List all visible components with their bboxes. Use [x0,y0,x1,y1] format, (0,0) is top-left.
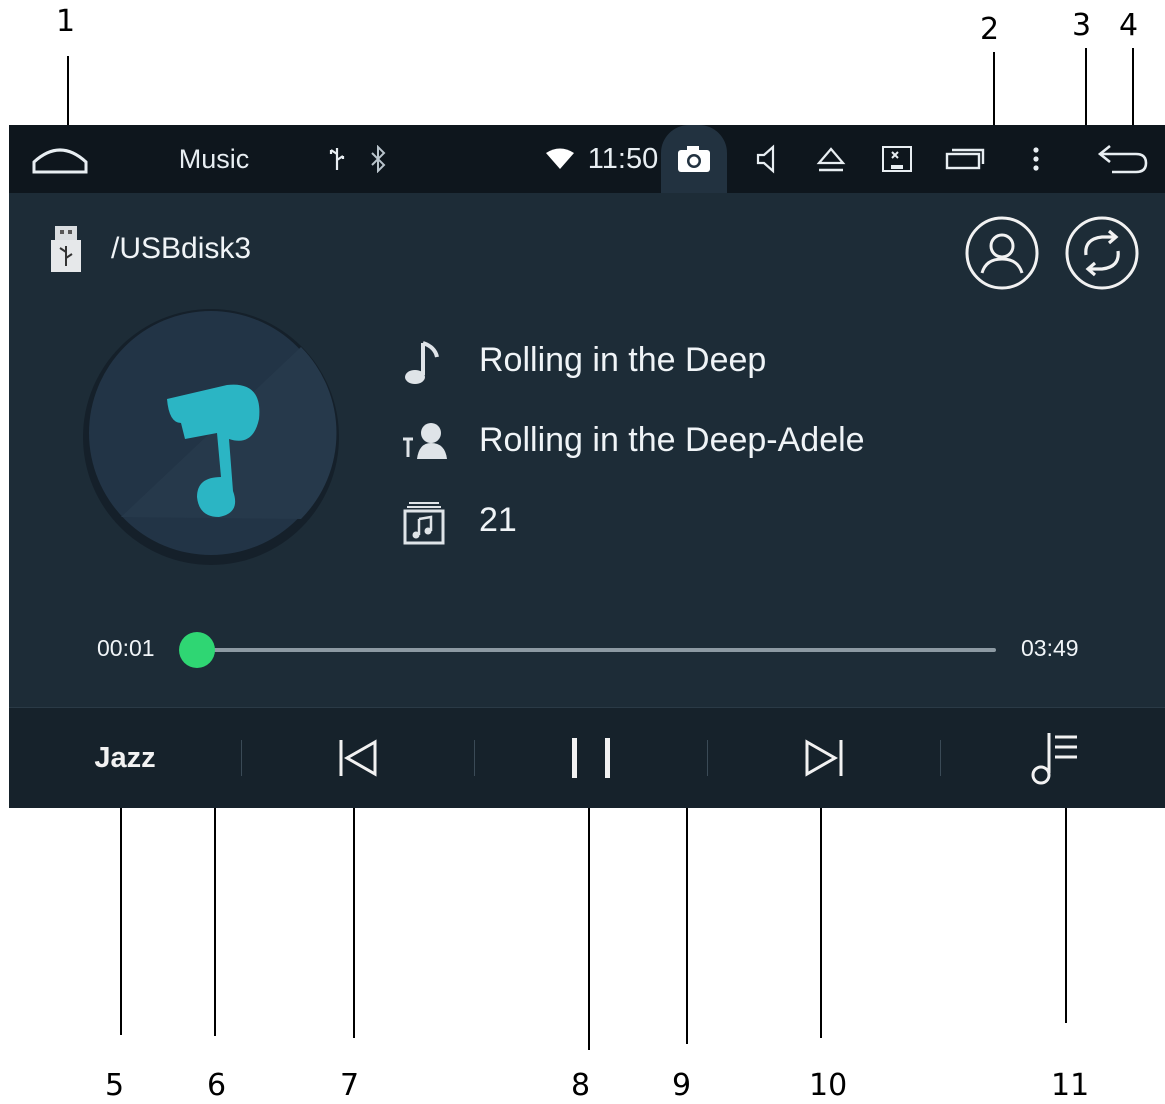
screenshot-button[interactable] [661,125,727,193]
album-icon [403,502,445,545]
eject-button[interactable] [811,125,851,193]
screen-off-icon [882,146,912,172]
callout-line-7 [353,788,355,1038]
progress-bar[interactable] [179,632,996,668]
next-icon [805,739,843,777]
recent-apps-icon [945,148,985,170]
callout-9: 9 [672,1068,692,1103]
track-title: Rolling in the Deep [479,341,767,379]
playlist-icon [1031,733,1077,785]
callout-line-11 [1065,790,1067,1023]
person-icon [965,216,1039,290]
usb-icon [324,125,350,193]
volume-icon [756,144,775,174]
source-path: /USBdisk3 [111,232,252,265]
clock: 11:50 [587,142,659,175]
more-button[interactable] [1021,125,1051,193]
album-name: 21 [479,501,517,539]
callout-4: 4 [1119,8,1139,43]
volume-button[interactable] [747,125,787,193]
callout-3: 3 [1072,8,1092,43]
status-bar: Music 11:50 [9,125,1165,193]
usb-drive-icon [51,226,81,272]
callout-line-8 [588,788,590,1050]
playlist-button[interactable] [941,708,1165,808]
previous-icon [339,739,377,777]
next-button[interactable] [708,708,940,808]
previous-button[interactable] [242,708,474,808]
source-selector[interactable]: /USBdisk3 [49,223,251,275]
elapsed-time: 00:01 [97,635,155,661]
home-button[interactable] [27,125,93,193]
callout-6: 6 [207,1068,227,1103]
eq-preset-button[interactable]: Jazz [9,708,241,808]
callout-11: 11 [1051,1068,1090,1103]
album-art [81,307,341,567]
eject-icon [816,147,846,172]
home-icon [32,148,88,174]
artist-icon [403,423,447,459]
progress-thumb[interactable] [179,632,216,668]
track-artist: Rolling in the Deep-Adele [479,421,865,459]
recent-apps-button[interactable] [941,125,989,193]
more-icon [1033,147,1039,171]
now-playing-panel: /USBdisk3 Rolling in the Deep Rolling in… [9,193,1165,707]
screen-off-button[interactable] [877,125,917,193]
back-button[interactable] [1093,125,1153,193]
repeat-button[interactable] [1064,215,1140,291]
callout-1: 1 [56,4,76,39]
repeat-icon [1065,216,1139,290]
callout-5: 5 [105,1068,125,1103]
back-icon [1097,144,1148,174]
callout-2: 2 [980,12,1000,47]
pause-button[interactable] [475,708,707,808]
callout-7: 7 [340,1068,360,1103]
artist-button[interactable] [964,215,1040,291]
head-unit-screen: Music 11:50 /USBdisk3 Rolling in the Dee… [9,125,1165,808]
pause-icon [572,738,610,778]
callout-10: 10 [809,1068,848,1103]
music-note-icon [405,341,439,384]
callout-line-10 [820,788,822,1038]
camera-icon [678,146,710,172]
callout-line-5 [120,790,122,1035]
callout-8: 8 [571,1068,591,1103]
playback-controls: Jazz [9,707,1165,808]
eq-preset-label: Jazz [94,741,156,774]
bluetooth-icon [365,125,391,193]
wifi-icon [542,125,578,193]
app-title: Music [178,143,250,174]
total-time: 03:49 [1021,635,1079,661]
